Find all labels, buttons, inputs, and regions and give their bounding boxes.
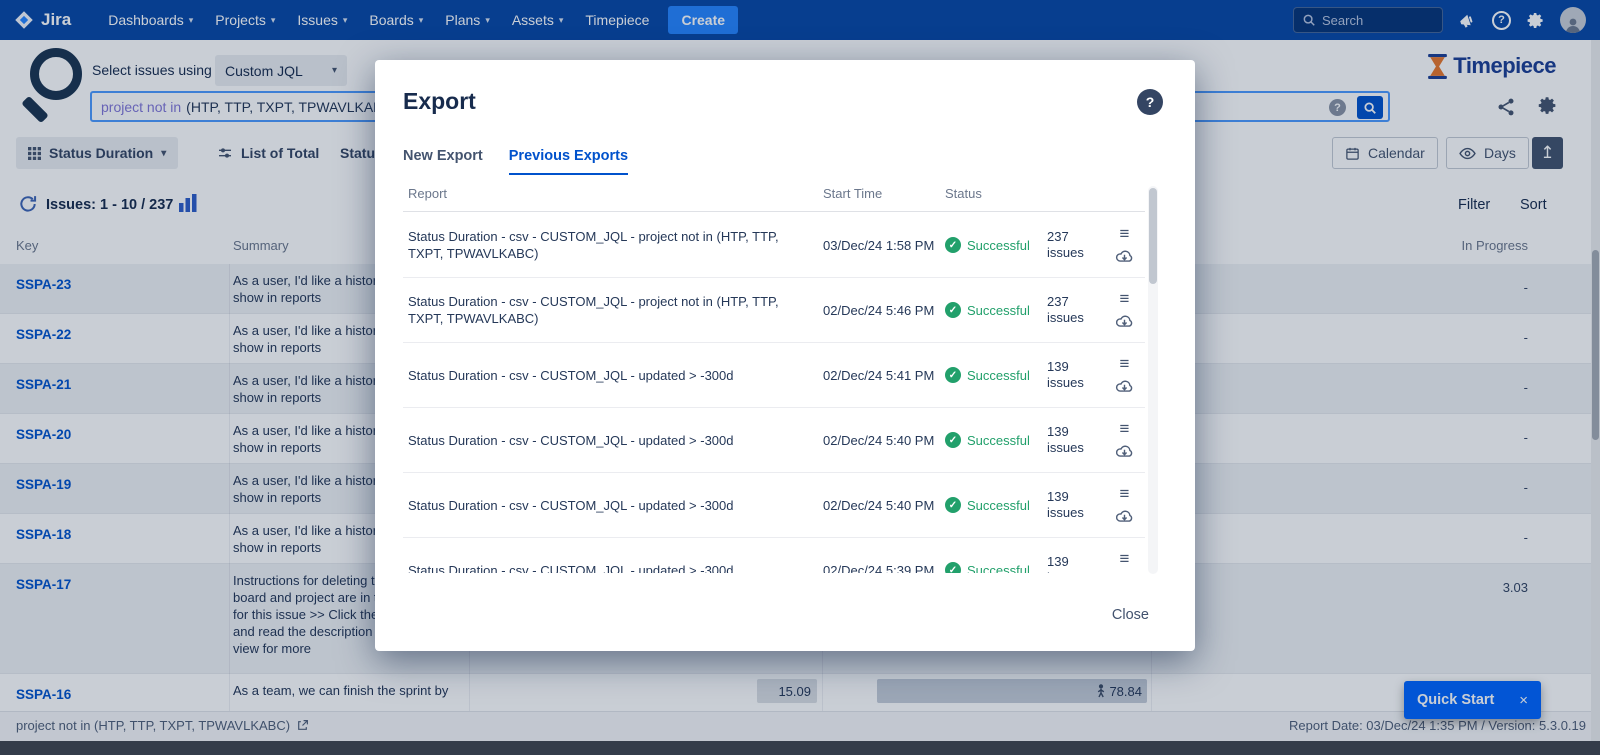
row-actions: ≡ bbox=[1109, 552, 1140, 573]
cloud-download-icon[interactable] bbox=[1115, 313, 1134, 328]
start-time: 02/Dec/24 5:40 PM bbox=[823, 432, 935, 449]
status-label: Successful bbox=[967, 563, 1030, 574]
column-header-report: Report bbox=[408, 186, 813, 201]
issues-count: 139 issues bbox=[1047, 554, 1099, 573]
modal-scrollbar-thumb[interactable] bbox=[1149, 188, 1157, 284]
status-cell: ✓ Successful bbox=[945, 367, 1037, 383]
report-name: Status Duration - csv - CUSTOM_JQL - upd… bbox=[408, 497, 813, 514]
export-row: Status Duration - csv - CUSTOM_JQL - pro… bbox=[403, 278, 1145, 343]
column-header-status: Status bbox=[945, 186, 1037, 201]
cloud-download-icon[interactable] bbox=[1115, 508, 1134, 523]
export-table: Status Duration - csv - CUSTOM_JQL - pro… bbox=[403, 213, 1145, 573]
export-table-header: Report Start Time Status bbox=[403, 186, 1145, 212]
success-check-icon: ✓ bbox=[945, 497, 961, 513]
row-actions: ≡ bbox=[1109, 487, 1140, 523]
report-name: Status Duration - csv - CUSTOM_JQL - upd… bbox=[408, 562, 813, 574]
start-time: 02/Dec/24 5:41 PM bbox=[823, 367, 935, 384]
tab-new-export[interactable]: New Export bbox=[403, 148, 483, 175]
start-time: 02/Dec/24 5:39 PM bbox=[823, 562, 935, 574]
dialog-help-icon[interactable]: ? bbox=[1137, 89, 1163, 115]
status-cell: ✓ Successful bbox=[945, 432, 1037, 448]
export-row: Status Duration - csv - CUSTOM_JQL - upd… bbox=[403, 343, 1145, 408]
issues-count: 139 issues bbox=[1047, 359, 1099, 391]
success-check-icon: ✓ bbox=[945, 302, 961, 318]
row-actions: ≡ bbox=[1109, 227, 1140, 263]
modal-scrollbar[interactable] bbox=[1148, 186, 1158, 574]
row-actions: ≡ bbox=[1109, 292, 1140, 328]
report-name: Status Duration - csv - CUSTOM_JQL - pro… bbox=[408, 293, 813, 327]
export-dialog: Export ? New Export Previous Exports Rep… bbox=[375, 60, 1195, 651]
row-menu-icon[interactable]: ≡ bbox=[1120, 487, 1130, 501]
dialog-tabs: New Export Previous Exports bbox=[403, 148, 628, 175]
success-check-icon: ✓ bbox=[945, 237, 961, 253]
issues-count: 237 issues bbox=[1047, 294, 1099, 326]
cloud-download-icon[interactable] bbox=[1115, 378, 1134, 393]
export-row: Status Duration - csv - CUSTOM_JQL - pro… bbox=[403, 213, 1145, 278]
issues-count: 237 issues bbox=[1047, 229, 1099, 261]
success-check-icon: ✓ bbox=[945, 367, 961, 383]
start-time: 03/Dec/24 1:58 PM bbox=[823, 237, 935, 254]
row-actions: ≡ bbox=[1109, 357, 1140, 393]
export-row: Status Duration - csv - CUSTOM_JQL - upd… bbox=[403, 538, 1145, 573]
row-menu-icon[interactable]: ≡ bbox=[1120, 227, 1130, 241]
success-check-icon: ✓ bbox=[945, 562, 961, 573]
status-cell: ✓ Successful bbox=[945, 237, 1037, 253]
status-label: Successful bbox=[967, 433, 1030, 448]
report-name: Status Duration - csv - CUSTOM_JQL - upd… bbox=[408, 432, 813, 449]
report-name: Status Duration - csv - CUSTOM_JQL - pro… bbox=[408, 228, 813, 262]
issues-count: 139 issues bbox=[1047, 424, 1099, 456]
close-button[interactable]: Close bbox=[1104, 602, 1157, 628]
column-header-start-time: Start Time bbox=[823, 186, 935, 201]
start-time: 02/Dec/24 5:40 PM bbox=[823, 497, 935, 514]
status-label: Successful bbox=[967, 303, 1030, 318]
dialog-title: Export bbox=[403, 88, 476, 115]
status-cell: ✓ Successful bbox=[945, 497, 1037, 513]
start-time: 02/Dec/24 5:46 PM bbox=[823, 302, 935, 319]
status-cell: ✓ Successful bbox=[945, 302, 1037, 318]
issues-count: 139 issues bbox=[1047, 489, 1099, 521]
status-cell: ✓ Successful bbox=[945, 562, 1037, 573]
cloud-download-icon[interactable] bbox=[1115, 248, 1134, 263]
status-label: Successful bbox=[967, 238, 1030, 253]
row-menu-icon[interactable]: ≡ bbox=[1120, 552, 1130, 566]
row-menu-icon[interactable]: ≡ bbox=[1120, 422, 1130, 436]
row-menu-icon[interactable]: ≡ bbox=[1120, 292, 1130, 306]
success-check-icon: ✓ bbox=[945, 432, 961, 448]
tab-previous-exports[interactable]: Previous Exports bbox=[509, 148, 628, 175]
row-menu-icon[interactable]: ≡ bbox=[1120, 357, 1130, 371]
status-label: Successful bbox=[967, 498, 1030, 513]
status-label: Successful bbox=[967, 368, 1030, 383]
row-actions: ≡ bbox=[1109, 422, 1140, 458]
export-row: Status Duration - csv - CUSTOM_JQL - upd… bbox=[403, 473, 1145, 538]
report-name: Status Duration - csv - CUSTOM_JQL - upd… bbox=[408, 367, 813, 384]
export-row: Status Duration - csv - CUSTOM_JQL - upd… bbox=[403, 408, 1145, 473]
cloud-download-icon[interactable] bbox=[1115, 443, 1134, 458]
